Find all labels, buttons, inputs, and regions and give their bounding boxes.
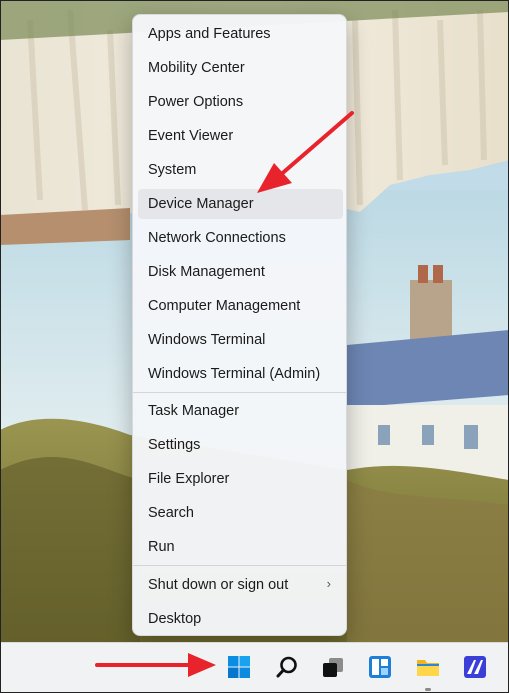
- menu-item-search[interactable]: Search: [138, 498, 343, 528]
- menu-item-mobility-center[interactable]: Mobility Center: [138, 53, 343, 83]
- app-button[interactable]: [457, 649, 493, 685]
- task-view-icon: [323, 658, 343, 677]
- menu-item-apps-and-features[interactable]: Apps and Features: [138, 19, 343, 49]
- widgets-button[interactable]: [362, 649, 398, 685]
- taskbar: [1, 642, 508, 693]
- task-view-button[interactable]: [315, 649, 351, 685]
- search-button[interactable]: [269, 649, 305, 685]
- app-icon: [464, 656, 486, 678]
- menu-item-settings[interactable]: Settings: [138, 430, 343, 460]
- menu-separator: [133, 392, 346, 393]
- windows-start-icon: [228, 656, 250, 678]
- menu-item-shut-down-or-sign-out[interactable]: Shut down or sign out ›: [138, 570, 343, 600]
- running-indicator: [425, 688, 431, 691]
- file-explorer-icon: [417, 660, 439, 676]
- desktop: Apps and Features Mobility Center Power …: [0, 0, 509, 693]
- menu-item-task-manager[interactable]: Task Manager: [138, 396, 343, 426]
- menu-item-windows-terminal[interactable]: Windows Terminal: [138, 325, 343, 355]
- menu-item-network-connections[interactable]: Network Connections: [138, 223, 343, 253]
- menu-item-file-explorer[interactable]: File Explorer: [138, 464, 343, 494]
- menu-item-event-viewer[interactable]: Event Viewer: [138, 121, 343, 151]
- menu-item-windows-terminal-admin[interactable]: Windows Terminal (Admin): [138, 359, 343, 389]
- search-icon: [276, 656, 297, 678]
- widgets-icon: [369, 656, 391, 678]
- start-button[interactable]: [221, 649, 257, 685]
- menu-item-device-manager[interactable]: Device Manager: [138, 189, 343, 219]
- menu-item-label: Shut down or sign out: [148, 577, 289, 593]
- menu-item-computer-management[interactable]: Computer Management: [138, 291, 343, 321]
- menu-item-power-options[interactable]: Power Options: [138, 87, 343, 117]
- winx-context-menu: Apps and Features Mobility Center Power …: [132, 14, 347, 636]
- menu-item-system[interactable]: System: [138, 155, 343, 185]
- menu-item-desktop[interactable]: Desktop: [138, 604, 343, 634]
- menu-item-run[interactable]: Run: [138, 532, 343, 562]
- chevron-right-icon: ›: [326, 576, 331, 591]
- menu-separator: [133, 565, 346, 566]
- file-explorer-button[interactable]: [410, 649, 446, 691]
- menu-item-disk-management[interactable]: Disk Management: [138, 257, 343, 287]
